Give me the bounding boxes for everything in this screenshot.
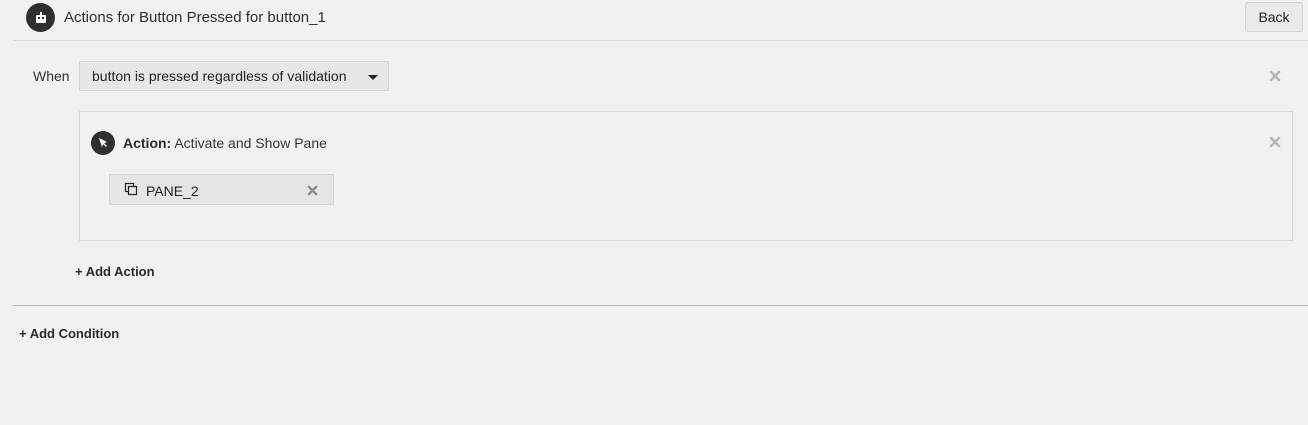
when-condition-value: button is pressed regardless of validati…: [92, 68, 347, 84]
close-icon: [307, 185, 317, 195]
when-label: When: [33, 68, 70, 84]
pane-target-chip[interactable]: PANE_2: [109, 174, 334, 205]
remove-pane-button[interactable]: [305, 183, 319, 197]
button-icon: [26, 3, 55, 32]
pane-target-label: PANE_2: [146, 183, 199, 199]
chevron-down-icon: [368, 75, 378, 80]
action-prefix: Action:: [123, 135, 172, 151]
pane-copy-icon: [124, 182, 138, 201]
when-condition-select[interactable]: button is pressed regardless of validati…: [79, 61, 389, 91]
action-card: Action: Activate and Show Pane PANE_2: [79, 111, 1293, 241]
back-button[interactable]: Back: [1245, 2, 1303, 32]
divider: [13, 305, 1308, 306]
page-header: Actions for Button Pressed for button_1 …: [13, 0, 1308, 41]
remove-condition-button[interactable]: [1268, 69, 1282, 83]
add-action-link[interactable]: + Add Action: [75, 264, 155, 279]
close-icon: [1269, 136, 1281, 148]
add-condition-link[interactable]: + Add Condition: [19, 326, 119, 341]
action-name: Activate and Show Pane: [174, 135, 327, 151]
cursor-pointer-icon: [91, 131, 115, 155]
remove-action-button[interactable]: [1268, 135, 1282, 149]
close-icon: [1269, 70, 1281, 82]
page-title: Actions for Button Pressed for button_1: [64, 9, 326, 26]
action-title: Action: Activate and Show Pane: [123, 135, 327, 151]
